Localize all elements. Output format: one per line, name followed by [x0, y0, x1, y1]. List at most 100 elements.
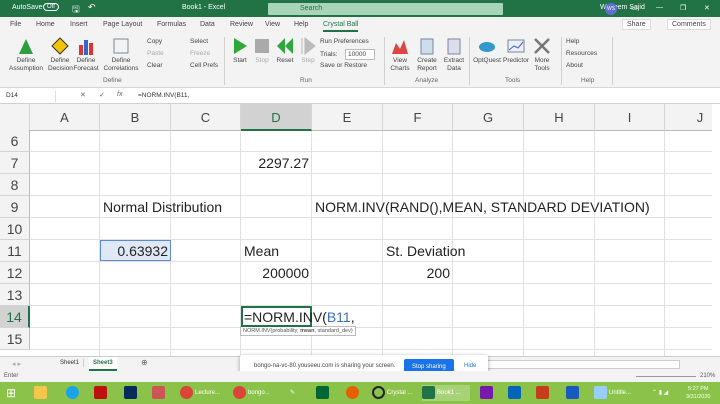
tab-insert[interactable]: Insert — [70, 21, 88, 28]
row-header-15[interactable]: 15 — [0, 328, 30, 350]
define-assumption-button[interactable]: Define Assumption — [4, 37, 48, 73]
tab-formulas[interactable]: Formulas — [157, 21, 186, 28]
create-report-button[interactable]: Create Report — [414, 37, 440, 73]
filezilla-icon[interactable] — [94, 385, 109, 401]
autosave-toggle[interactable]: Off — [43, 3, 59, 11]
help-button[interactable]: Help — [566, 38, 579, 45]
tab-home[interactable]: Home — [36, 21, 55, 28]
taskbar-crystal-ball[interactable]: Crystal ... — [372, 385, 416, 401]
undo-icon[interactable]: ↶ — [88, 2, 96, 13]
skype-icon[interactable] — [66, 385, 81, 401]
cell-E9[interactable]: NORM.INV(RAND(),MEAN, STANDARD DEVIATION… — [315, 196, 650, 218]
start-button[interactable]: Start — [230, 37, 250, 65]
resources-button[interactable]: Resources — [566, 50, 597, 57]
save-icon[interactable]: 🖫 — [72, 2, 80, 18]
row-header-11[interactable]: 11 — [0, 240, 30, 262]
freeze-button[interactable]: Freeze — [190, 50, 210, 57]
column-header-A[interactable]: A — [30, 104, 100, 131]
name-box[interactable]: D14 — [4, 91, 56, 102]
save-restore-button[interactable]: Save or Restore — [320, 62, 367, 69]
more-tools-button[interactable]: More Tools — [530, 37, 554, 73]
color-picker-icon[interactable]: ✎ — [290, 385, 295, 401]
minimize-icon[interactable]: — — [656, 4, 663, 11]
predictor-button[interactable]: Predictor — [503, 37, 529, 65]
cell-B11[interactable]: 0.63932 — [100, 240, 168, 262]
row-header-9[interactable]: 9 — [0, 196, 30, 218]
about-button[interactable]: About — [566, 62, 583, 69]
scroll-left-icon[interactable]: ◂ ▸ — [12, 360, 21, 368]
row-header-8[interactable]: 8 — [0, 174, 30, 196]
row-header-14[interactable]: 14 — [0, 306, 30, 328]
reset-button[interactable]: Reset — [274, 37, 296, 65]
powerpoint-icon[interactable] — [536, 385, 551, 401]
column-header-H[interactable]: H — [524, 104, 595, 131]
word-icon[interactable] — [566, 385, 581, 401]
cell-B9[interactable]: Normal Distribution — [103, 196, 222, 218]
row-header-10[interactable]: 10 — [0, 218, 30, 240]
horizontal-scrollbar[interactable] — [480, 360, 680, 369]
column-header-D[interactable]: D — [241, 104, 312, 131]
windows-start-icon[interactable]: ⊞ — [6, 385, 16, 401]
clear-button[interactable]: Clear — [147, 62, 163, 69]
define-forecast-button[interactable]: Define Forecast — [73, 37, 99, 73]
row-header-12[interactable]: 12 — [0, 262, 30, 284]
onenote-icon[interactable] — [480, 385, 495, 401]
dreamweaver-icon[interactable] — [316, 385, 331, 401]
avatar[interactable]: WS — [605, 3, 617, 15]
paint-app-icon[interactable] — [152, 385, 167, 401]
column-header-B[interactable]: B — [100, 104, 171, 131]
stop-button[interactable]: Stop — [252, 37, 272, 65]
tab-data[interactable]: Data — [200, 21, 215, 28]
trials-input[interactable]: 10000 — [345, 49, 375, 60]
row-header-13[interactable]: 13 — [0, 284, 30, 306]
column-header-F[interactable]: F — [383, 104, 453, 131]
tab-view[interactable]: View — [265, 21, 280, 28]
tab-help[interactable]: Help — [294, 21, 308, 28]
cell-D11[interactable]: Mean — [244, 240, 279, 262]
share-button[interactable]: Share — [622, 19, 651, 30]
define-correlations-button[interactable]: Define Correlations — [103, 37, 139, 73]
copy-button[interactable]: Copy — [147, 38, 162, 45]
firefox-icon[interactable] — [346, 385, 361, 401]
zoom-level[interactable]: 210% — [700, 373, 715, 379]
spreadsheet-grid[interactable]: A B C D E F G H I J 6 7 8 9 10 11 12 13 14 15 2297.27 Normal … — [0, 104, 712, 356]
close-icon[interactable]: ✕ — [704, 4, 710, 12]
function-icon[interactable]: fx — [117, 91, 122, 98]
optquest-button[interactable]: OptQuest — [472, 37, 502, 65]
column-header-G[interactable]: G — [453, 104, 524, 131]
system-tray-icons[interactable]: ⌃ ▮ ◢ — [652, 385, 668, 401]
sheet-tab-sheet3[interactable]: Sheet3 — [89, 357, 117, 371]
comments-button[interactable]: Comments — [667, 19, 711, 30]
clock[interactable]: 5:27 PM 3/31/2020 — [686, 385, 710, 401]
sheet-tab-sheet1[interactable]: Sheet1 — [56, 359, 85, 367]
taskbar-excel-book1[interactable]: Book1 ... — [422, 385, 470, 401]
cell-D12[interactable]: 200000 — [241, 262, 309, 284]
add-sheet-icon[interactable]: ⊕ — [141, 358, 148, 367]
outlook-icon[interactable] — [508, 385, 523, 401]
restore-icon[interactable]: ❐ — [680, 4, 686, 12]
enter-icon[interactable]: ✓ — [99, 91, 105, 99]
cell-F12[interactable]: 200 — [383, 262, 450, 284]
ribbon-display-icon[interactable]: ▭ — [631, 4, 638, 12]
column-header-E[interactable]: E — [312, 104, 383, 131]
column-header-C[interactable]: C — [171, 104, 241, 131]
tab-review[interactable]: Review — [230, 21, 253, 28]
column-header-I[interactable]: I — [595, 104, 665, 131]
zoom-slider[interactable] — [636, 376, 696, 377]
column-header-J[interactable]: J — [665, 104, 712, 131]
run-preferences-button[interactable]: Run Preferences — [320, 38, 369, 45]
tab-page-layout[interactable]: Page Layout — [103, 21, 142, 28]
hide-button[interactable]: Hide — [464, 363, 476, 369]
photoshop-icon[interactable] — [124, 385, 139, 401]
select-all-corner[interactable] — [0, 104, 30, 131]
file-explorer-icon[interactable] — [34, 385, 49, 401]
view-charts-button[interactable]: View Charts — [388, 37, 412, 73]
cell-F11[interactable]: St. Deviation — [386, 240, 465, 262]
taskbar-chrome-bongo[interactable]: bongo... — [233, 385, 277, 401]
taskbar-chrome-lecture[interactable]: Lecture... — [180, 385, 224, 401]
cancel-icon[interactable]: ✕ — [80, 91, 86, 99]
row-header-6[interactable]: 6 — [0, 130, 30, 152]
cell-D7[interactable]: 2297.27 — [241, 152, 309, 174]
tab-file[interactable]: File — [10, 21, 21, 28]
extract-data-button[interactable]: Extract Data — [442, 37, 466, 73]
